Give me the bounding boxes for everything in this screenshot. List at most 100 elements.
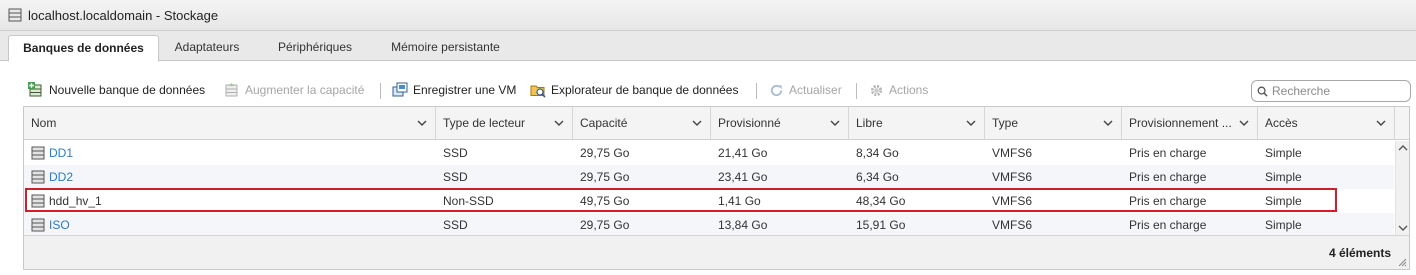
cell-provisioning: Pris en charge — [1129, 218, 1207, 232]
new-datastore-label: Nouvelle banque de données — [49, 83, 206, 97]
datastore-icon — [31, 194, 45, 208]
chevron-down-icon — [554, 120, 564, 126]
increase-capacity-button[interactable]: Augmenter la capacité — [224, 76, 364, 104]
search-input[interactable] — [1272, 84, 1402, 98]
cell-name: DD2 — [24, 165, 436, 189]
column-header-provisioned[interactable]: Provisionné — [711, 107, 849, 140]
column-header-name[interactable]: Nom — [24, 107, 436, 140]
datastore-icon — [31, 170, 45, 184]
datastore-icon — [31, 218, 45, 232]
chevron-down-icon — [1103, 120, 1113, 126]
register-vm-button[interactable]: Enregistrer une VM — [392, 76, 516, 104]
tab-bar: Banques de données Adaptateurs Périphéri… — [0, 31, 1416, 62]
cell-provisioned: 1,41 Go — [718, 194, 761, 208]
toolbar-separator — [380, 83, 381, 99]
datastore-icon — [31, 146, 45, 160]
toolbar: Nouvelle banque de données Augmenter la … — [0, 76, 1416, 104]
cell-provisioning: Pris en charge — [1129, 170, 1207, 184]
cell-provisioning: Pris en charge — [1129, 146, 1207, 160]
datastore-link[interactable]: DD1 — [49, 141, 73, 165]
column-header-access[interactable]: Accès — [1258, 107, 1395, 140]
register-vm-label: Enregistrer une VM — [413, 83, 517, 97]
item-count: 4 éléments — [1328, 246, 1391, 260]
table-row[interactable]: ISO SSD 29,75 Go 13,84 Go 15,91 Go VMFS6… — [24, 213, 1394, 237]
cell-provisioned: 23,41 Go — [718, 170, 768, 184]
table-row[interactable]: hdd_hv_1 Non-SSD 49,75 Go 1,41 Go 48,34 … — [24, 189, 1394, 213]
register-vm-icon — [392, 82, 408, 97]
cell-drive-type: SSD — [443, 146, 468, 160]
chevron-down-icon — [1239, 120, 1249, 126]
cell-type: VMFS6 — [992, 218, 1033, 232]
cell-name: DD1 — [24, 141, 436, 165]
table-row[interactable]: DD1 SSD 29,75 Go 21,41 Go 8,34 Go VMFS6 … — [24, 141, 1394, 165]
toolbar-separator — [756, 83, 757, 99]
cell-provisioned: 21,41 Go — [718, 146, 768, 160]
cell-capacity: 49,75 Go — [580, 194, 630, 208]
column-label: Capacité — [580, 116, 628, 130]
vertical-scrollbar[interactable] — [1395, 141, 1409, 235]
new-datastore-button[interactable]: Nouvelle banque de données — [28, 76, 205, 104]
column-label: Provisionnement ... — [1129, 116, 1232, 130]
cell-provisioned: 13,84 Go — [718, 218, 768, 232]
tab-datastores[interactable]: Banques de données — [8, 35, 159, 62]
chevron-down-icon — [692, 120, 702, 126]
column-label: Type de lecteur — [443, 116, 526, 130]
cell-drive-type: Non-SSD — [443, 194, 494, 208]
cell-provisioning: Pris en charge — [1129, 194, 1207, 208]
search-icon — [1257, 86, 1268, 97]
chevron-down-icon — [830, 120, 840, 126]
column-label: Provisionné — [718, 116, 781, 130]
column-header-capacity[interactable]: Capacité — [573, 107, 711, 140]
cell-access: Simple — [1265, 170, 1302, 184]
refresh-button[interactable]: Actualiser — [769, 76, 842, 104]
chevron-down-icon — [417, 120, 427, 126]
cell-free: 48,34 Go — [856, 194, 906, 208]
cell-capacity: 29,75 Go — [580, 218, 630, 232]
cell-free: 6,34 Go — [856, 170, 899, 184]
cell-type: VMFS6 — [992, 146, 1033, 160]
cell-capacity: 29,75 Go — [580, 146, 630, 160]
cell-drive-type: SSD — [443, 170, 468, 184]
table-header: Nom Type de lecteur Capacité Provisionné… — [24, 107, 1409, 140]
refresh-icon — [770, 84, 783, 96]
resize-grip-icon[interactable] — [1397, 257, 1407, 267]
refresh-label: Actualiser — [789, 83, 842, 97]
datastore-browser-button[interactable]: Explorateur de banque de données — [530, 76, 738, 104]
cell-type: VMFS6 — [992, 170, 1033, 184]
window-titlebar: localhost.localdomain - Stockage — [0, 0, 1416, 31]
scroll-down-icon — [1398, 225, 1408, 231]
table-footer: 4 éléments — [24, 235, 1409, 269]
actions-label: Actions — [889, 83, 929, 97]
tab-persistent-memory[interactable]: Mémoire persistante — [378, 35, 513, 62]
cell-drive-type: SSD — [443, 218, 468, 232]
column-header-drive-type[interactable]: Type de lecteur — [436, 107, 573, 140]
actions-button[interactable]: Actions — [869, 76, 928, 104]
tab-devices[interactable]: Périphériques — [265, 35, 365, 62]
cell-free: 8,34 Go — [856, 146, 899, 160]
datastore-link[interactable]: ISO — [49, 213, 70, 237]
increase-capacity-icon — [225, 83, 238, 97]
gear-icon — [870, 84, 883, 96]
column-label: Accès — [1265, 116, 1298, 130]
cell-capacity: 29,75 Go — [580, 170, 630, 184]
tab-adapters[interactable]: Adaptateurs — [163, 35, 251, 62]
chevron-down-icon — [1376, 120, 1386, 126]
cell-name: ISO — [24, 213, 436, 237]
datastores-table: Nom Type de lecteur Capacité Provisionné… — [23, 106, 1410, 270]
increase-capacity-label: Augmenter la capacité — [245, 83, 365, 97]
column-header-provisioning[interactable]: Provisionnement ... — [1122, 107, 1258, 140]
column-header-type[interactable]: Type — [985, 107, 1122, 140]
column-label: Libre — [856, 116, 883, 130]
datastore-browser-label: Explorateur de banque de données — [551, 83, 739, 97]
column-header-free[interactable]: Libre — [849, 107, 985, 140]
cell-access: Simple — [1265, 146, 1302, 160]
datastore-link[interactable]: DD2 — [49, 165, 73, 189]
search-box[interactable] — [1251, 80, 1411, 102]
datastore-link[interactable]: hdd_hv_1 — [49, 189, 102, 213]
cell-free: 15,91 Go — [856, 218, 906, 232]
chevron-down-icon — [966, 120, 976, 126]
cell-name: hdd_hv_1 — [24, 189, 436, 213]
column-label: Nom — [31, 116, 57, 130]
cell-access: Simple — [1265, 194, 1302, 208]
table-row[interactable]: DD2 SSD 29,75 Go 23,41 Go 6,34 Go VMFS6 … — [24, 165, 1394, 189]
